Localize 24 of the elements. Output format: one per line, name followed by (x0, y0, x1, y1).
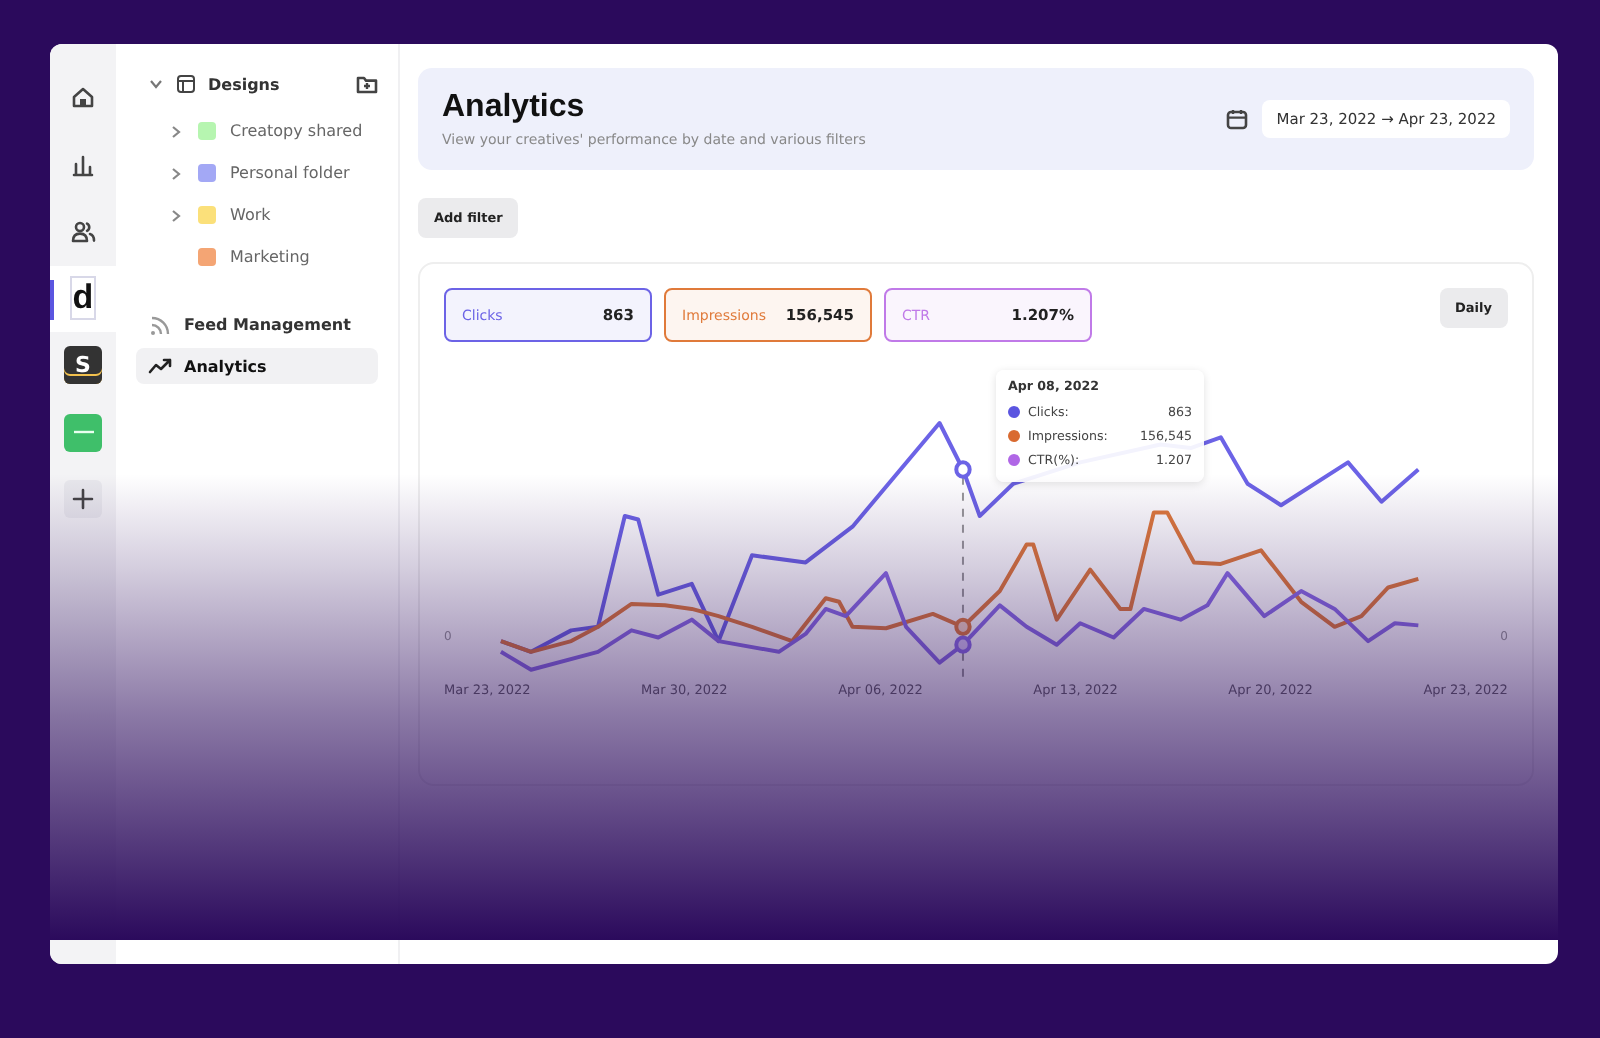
folder-label[interactable]: Personal folder (230, 164, 350, 182)
chevron-icon (168, 207, 184, 223)
selection-indicator (50, 279, 54, 319)
line-icon (71, 426, 95, 439)
folder-label[interactable]: Creatopy shared (230, 122, 363, 140)
rss-icon (148, 312, 172, 336)
calendar-icon (1226, 108, 1249, 130)
home-icon[interactable] (70, 84, 96, 111)
bar-chart-icon[interactable] (70, 151, 96, 178)
chevron-icon (168, 165, 184, 181)
users-icon[interactable] (70, 218, 96, 245)
folder-label[interactable]: Designs (208, 75, 344, 93)
app-icon[interactable]: S (64, 346, 102, 385)
chevron-icon (168, 123, 184, 139)
new-folder-icon[interactable] (356, 74, 378, 94)
nav-item[interactable]: Analytics (136, 348, 378, 384)
trend-icon (148, 354, 172, 378)
page-title: Analytics (442, 90, 587, 126)
folder-label[interactable]: Work (230, 206, 271, 224)
plus-icon (70, 486, 96, 513)
layout-icon (176, 74, 196, 94)
nav-item[interactable]: Feed Management (136, 306, 378, 342)
folder-label[interactable]: Marketing (230, 248, 310, 266)
add-button[interactable] (64, 480, 102, 519)
